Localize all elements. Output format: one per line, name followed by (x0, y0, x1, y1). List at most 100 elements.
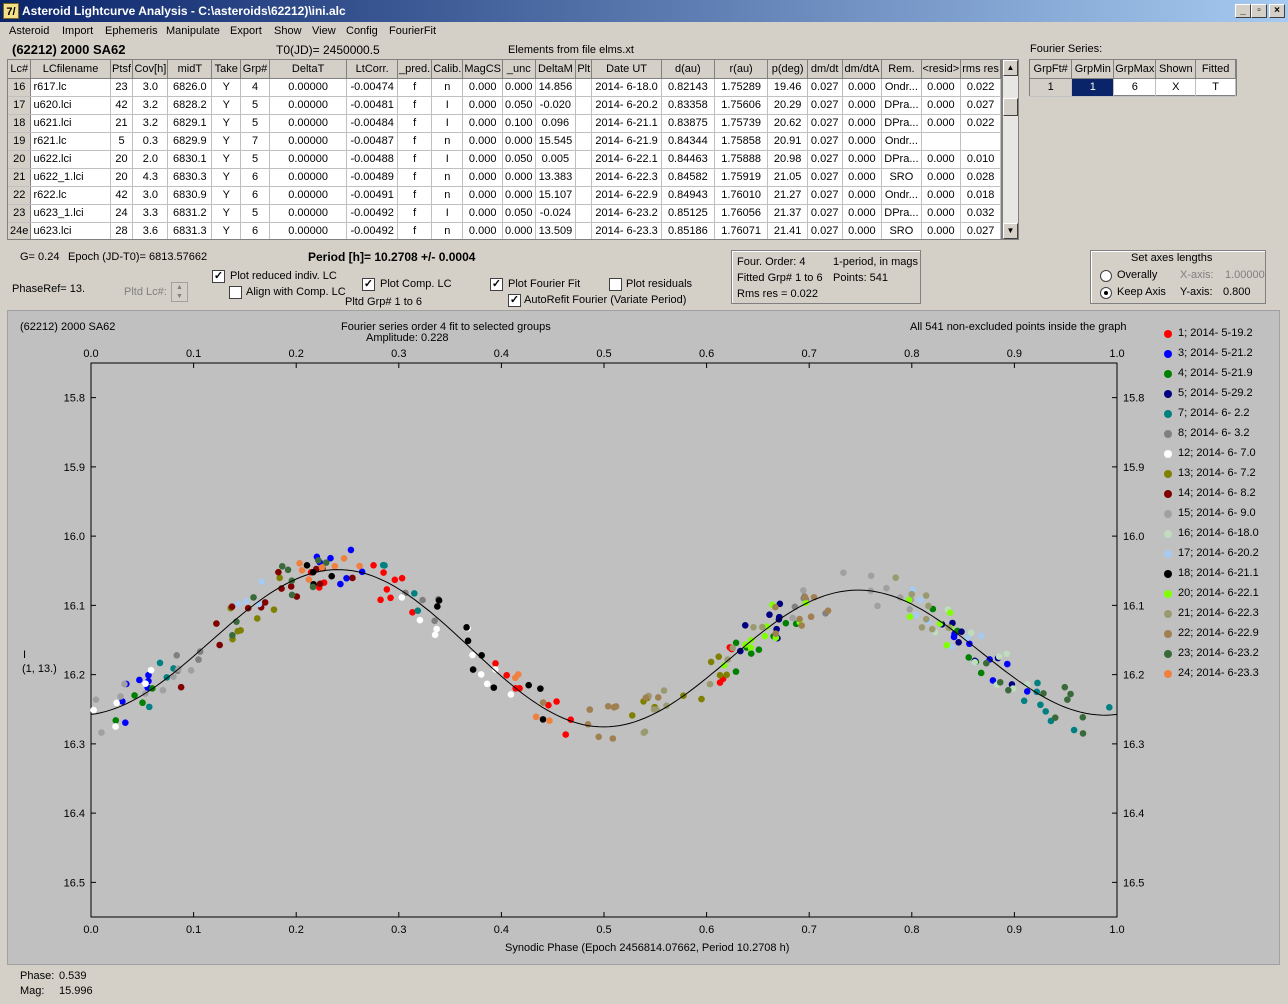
table-cell[interactable]: 2014- 6-22.1 (591, 150, 662, 169)
table-cell[interactable]: Ondr... (881, 186, 922, 205)
menu-fourierfit[interactable]: FourierFit (389, 25, 436, 37)
table-cell[interactable]: -0.00487 (346, 132, 398, 151)
table-cell[interactable]: f (397, 150, 433, 169)
table-cell[interactable]: Y (211, 78, 242, 97)
table-row[interactable]: 17 u620.lci 42 3.2 6828.2 Y 5 0.00000 -0.00481 f I… (8, 96, 1001, 115)
x-axis-value[interactable]: 1.00000 (1225, 269, 1265, 281)
table-row[interactable]: 20 u622.lci 20 2.0 6830.1 Y 5 0.00000 -0.00488 f I… (8, 150, 1001, 169)
table-cell[interactable]: 21.27 (767, 186, 808, 205)
table-cell[interactable]: 0.027 (807, 78, 843, 97)
table-cell[interactable]: n (431, 132, 464, 151)
table-cell[interactable]: 0.028 (960, 168, 1001, 187)
table-cell[interactable]: 0.027 (807, 222, 843, 239)
table-cell[interactable]: Y (211, 204, 242, 223)
menu-config[interactable]: Config (346, 25, 378, 37)
table-cell[interactable]: -0.024 (535, 204, 577, 223)
lc-column-header[interactable]: DeltaT (269, 60, 348, 79)
row-header[interactable]: 24e (8, 222, 32, 239)
table-cell[interactable]: 20.29 (767, 96, 808, 115)
scroll-thumb[interactable] (1003, 98, 1018, 116)
row-header[interactable]: 21 (8, 168, 32, 187)
table-cell[interactable]: -0.00488 (346, 150, 398, 169)
table-cell[interactable]: f (397, 96, 433, 115)
table-cell[interactable]: u623_1.lci (30, 204, 111, 223)
table-cell[interactable]: 28 (110, 222, 134, 239)
table-cell[interactable]: Ondr... (881, 78, 922, 97)
table-cell[interactable]: u622.lci (30, 150, 111, 169)
table-cell[interactable]: f (397, 222, 433, 239)
table-cell[interactable]: u621.lci (30, 114, 111, 133)
table-cell[interactable]: 1.76056 (714, 204, 769, 223)
table-row[interactable]: 23 u623_1.lci 24 3.3 6831.2 Y 5 0.00000 -0.00492… (8, 204, 1001, 223)
table-cell[interactable]: 42 (110, 96, 134, 115)
table-cell[interactable]: -0.00474 (346, 78, 398, 97)
row-header[interactable]: 19 (8, 132, 32, 151)
table-cell[interactable]: -0.00492 (346, 204, 398, 223)
lc-column-header[interactable]: Cov[h] (132, 60, 169, 79)
table-cell[interactable]: 0.00000 (269, 96, 348, 115)
table-cell[interactable]: 2014- 6-20.2 (591, 96, 662, 115)
table-cell[interactable]: 15.107 (535, 186, 577, 205)
menu-asteroid[interactable]: Asteroid (9, 25, 49, 37)
lc-column-header[interactable]: DeltaM (535, 60, 577, 79)
table-cell[interactable]: -0.00481 (346, 96, 398, 115)
table-cell[interactable]: 0.100 (502, 114, 536, 133)
table-cell[interactable]: 5 (240, 150, 270, 169)
table-cell[interactable]: 1.76010 (714, 186, 769, 205)
table-cell[interactable] (575, 150, 593, 169)
lc-column-header[interactable]: Ptsf (110, 60, 134, 79)
lc-column-header[interactable]: Take (211, 60, 242, 79)
table-cell[interactable]: 0.032 (960, 204, 1001, 223)
table-row[interactable]: 21 u622_1.lci 20 4.3 6830.3 Y 6 0.00000 -0.00489… (8, 168, 1001, 187)
plot-fourier-checkbox[interactable]: ✓ (490, 278, 503, 291)
table-cell[interactable]: 6828.2 (167, 96, 213, 115)
lc-column-header[interactable]: dm/dt (807, 60, 843, 79)
table-cell[interactable]: I (431, 204, 464, 223)
table-cell[interactable]: 0.000 (921, 114, 962, 133)
menu-import[interactable]: Import (62, 25, 93, 37)
table-cell[interactable]: I (431, 150, 464, 169)
table-cell[interactable]: 3.0 (132, 186, 169, 205)
table-row[interactable]: 24e u623.lci 28 3.6 6831.3 Y 6 0.00000 -0.00492 f… (8, 222, 1001, 239)
table-cell[interactable]: 21.05 (767, 168, 808, 187)
table-cell[interactable]: 0.00000 (269, 150, 348, 169)
table-cell[interactable]: 0.84943 (661, 186, 715, 205)
table-cell[interactable] (575, 222, 593, 239)
table-cell[interactable]: 0.050 (502, 204, 536, 223)
table-cell[interactable]: 6826.0 (167, 78, 213, 97)
lc-column-header[interactable]: Date UT (591, 60, 662, 79)
table-cell[interactable]: 0.027 (807, 132, 843, 151)
table-cell[interactable]: 0.00000 (269, 132, 348, 151)
row-header[interactable]: 18 (8, 114, 32, 133)
table-cell[interactable]: n (431, 186, 464, 205)
table-cell[interactable]: u622_1.lci (30, 168, 111, 187)
table-cell[interactable]: 0.000 (462, 114, 504, 133)
table-cell[interactable]: 0.000 (842, 114, 883, 133)
lc-column-header[interactable]: Grp# (240, 60, 270, 79)
table-cell[interactable]: 0.000 (462, 132, 504, 151)
table-cell[interactable]: 0.010 (960, 150, 1001, 169)
table-cell[interactable]: DPra... (881, 150, 922, 169)
table-cell[interactable]: 2014- 6-23.2 (591, 204, 662, 223)
table-cell[interactable]: 0.00000 (269, 114, 348, 133)
table-cell[interactable]: 7 (240, 132, 270, 151)
table-cell[interactable]: f (397, 204, 433, 223)
table-cell[interactable]: 0.022 (960, 78, 1001, 97)
table-cell[interactable]: 1.75606 (714, 96, 769, 115)
table-cell[interactable]: 2014- 6-21.1 (591, 114, 662, 133)
table-cell[interactable]: 0.000 (921, 96, 962, 115)
table-cell[interactable]: 0.000 (921, 150, 962, 169)
pltd-lc-spinner[interactable]: ▲ ▼ (171, 282, 188, 302)
table-cell[interactable]: 6829.9 (167, 132, 213, 151)
lc-column-header[interactable]: MagCS (462, 60, 504, 79)
table-cell[interactable]: 0.050 (502, 96, 536, 115)
table-cell[interactable]: 15.545 (535, 132, 577, 151)
plot-comp-checkbox[interactable]: ✓ (362, 278, 375, 291)
row-header[interactable]: 16 (8, 78, 32, 97)
fourier-cell-grpmax[interactable]: 6 (1113, 78, 1157, 97)
table-row[interactable]: 19 r621.lc 5 0.3 6829.9 Y 7 0.00000 -0.00487 f n 0.… (8, 132, 1001, 151)
table-cell[interactable]: 0.000 (462, 186, 504, 205)
table-cell[interactable]: 4 (240, 78, 270, 97)
plot-reduced-checkbox[interactable]: ✓ (212, 270, 225, 283)
table-cell[interactable]: r617.lc (30, 78, 111, 97)
